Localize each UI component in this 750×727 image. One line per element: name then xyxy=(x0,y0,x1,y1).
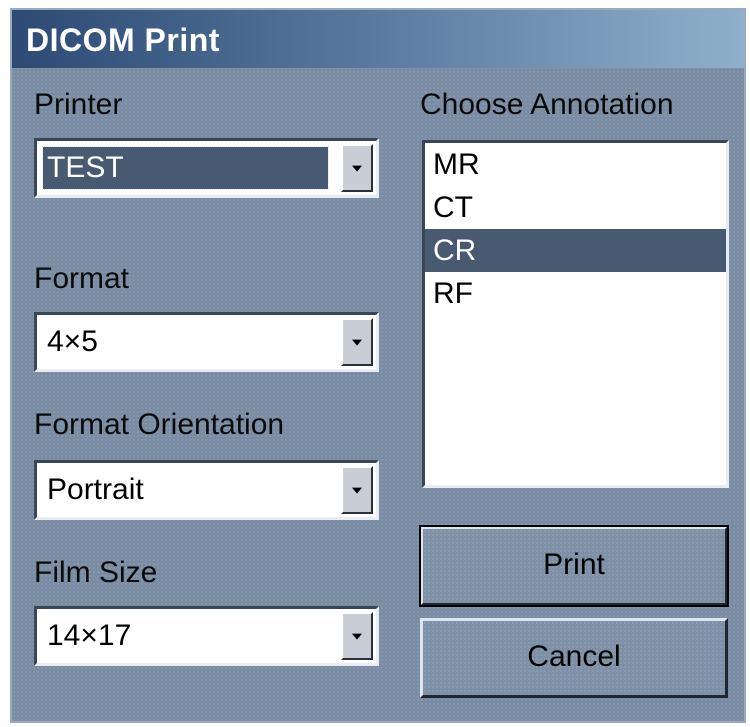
film-size-dropdown-button[interactable] xyxy=(341,612,373,660)
format-label: Format xyxy=(34,262,130,295)
chevron-down-icon xyxy=(352,633,362,640)
printer-select-value: TEST xyxy=(42,146,329,190)
chevron-down-icon xyxy=(352,165,362,172)
title-bar[interactable]: DICOM Print xyxy=(12,10,744,68)
annotation-item-rf[interactable]: RF xyxy=(425,272,726,315)
printer-dropdown-button[interactable] xyxy=(341,144,373,192)
format-select-value: 4×5 xyxy=(47,325,98,358)
cancel-button[interactable]: Cancel xyxy=(420,618,728,698)
format-orientation-select[interactable]: Portrait xyxy=(34,460,379,520)
film-size-select-value: 14×17 xyxy=(47,619,132,652)
chevron-down-icon xyxy=(352,487,362,494)
film-size-label: Film Size xyxy=(34,556,158,589)
print-button[interactable]: Print xyxy=(419,525,729,607)
choose-annotation-label: Choose Annotation xyxy=(420,88,674,121)
format-dropdown-button[interactable] xyxy=(341,318,373,366)
annotation-listbox[interactable]: MR CT CR RF xyxy=(422,140,729,488)
annotation-item-ct[interactable]: CT xyxy=(425,186,726,229)
printer-select[interactable]: TEST xyxy=(34,138,379,198)
format-orientation-select-value: Portrait xyxy=(47,473,144,506)
annotation-item-mr[interactable]: MR xyxy=(425,143,726,186)
printer-label: Printer xyxy=(34,88,123,121)
format-select[interactable]: 4×5 xyxy=(34,312,379,372)
film-size-select[interactable]: 14×17 xyxy=(34,606,379,666)
format-orientation-label: Format Orientation xyxy=(34,408,285,441)
format-orientation-dropdown-button[interactable] xyxy=(341,466,373,514)
dialog-title: DICOM Print xyxy=(26,22,220,58)
dicom-print-dialog: DICOM Print Printer TEST Format 4×5 Form… xyxy=(10,8,746,723)
chevron-down-icon xyxy=(352,339,362,346)
annotation-item-cr[interactable]: CR xyxy=(425,229,726,272)
